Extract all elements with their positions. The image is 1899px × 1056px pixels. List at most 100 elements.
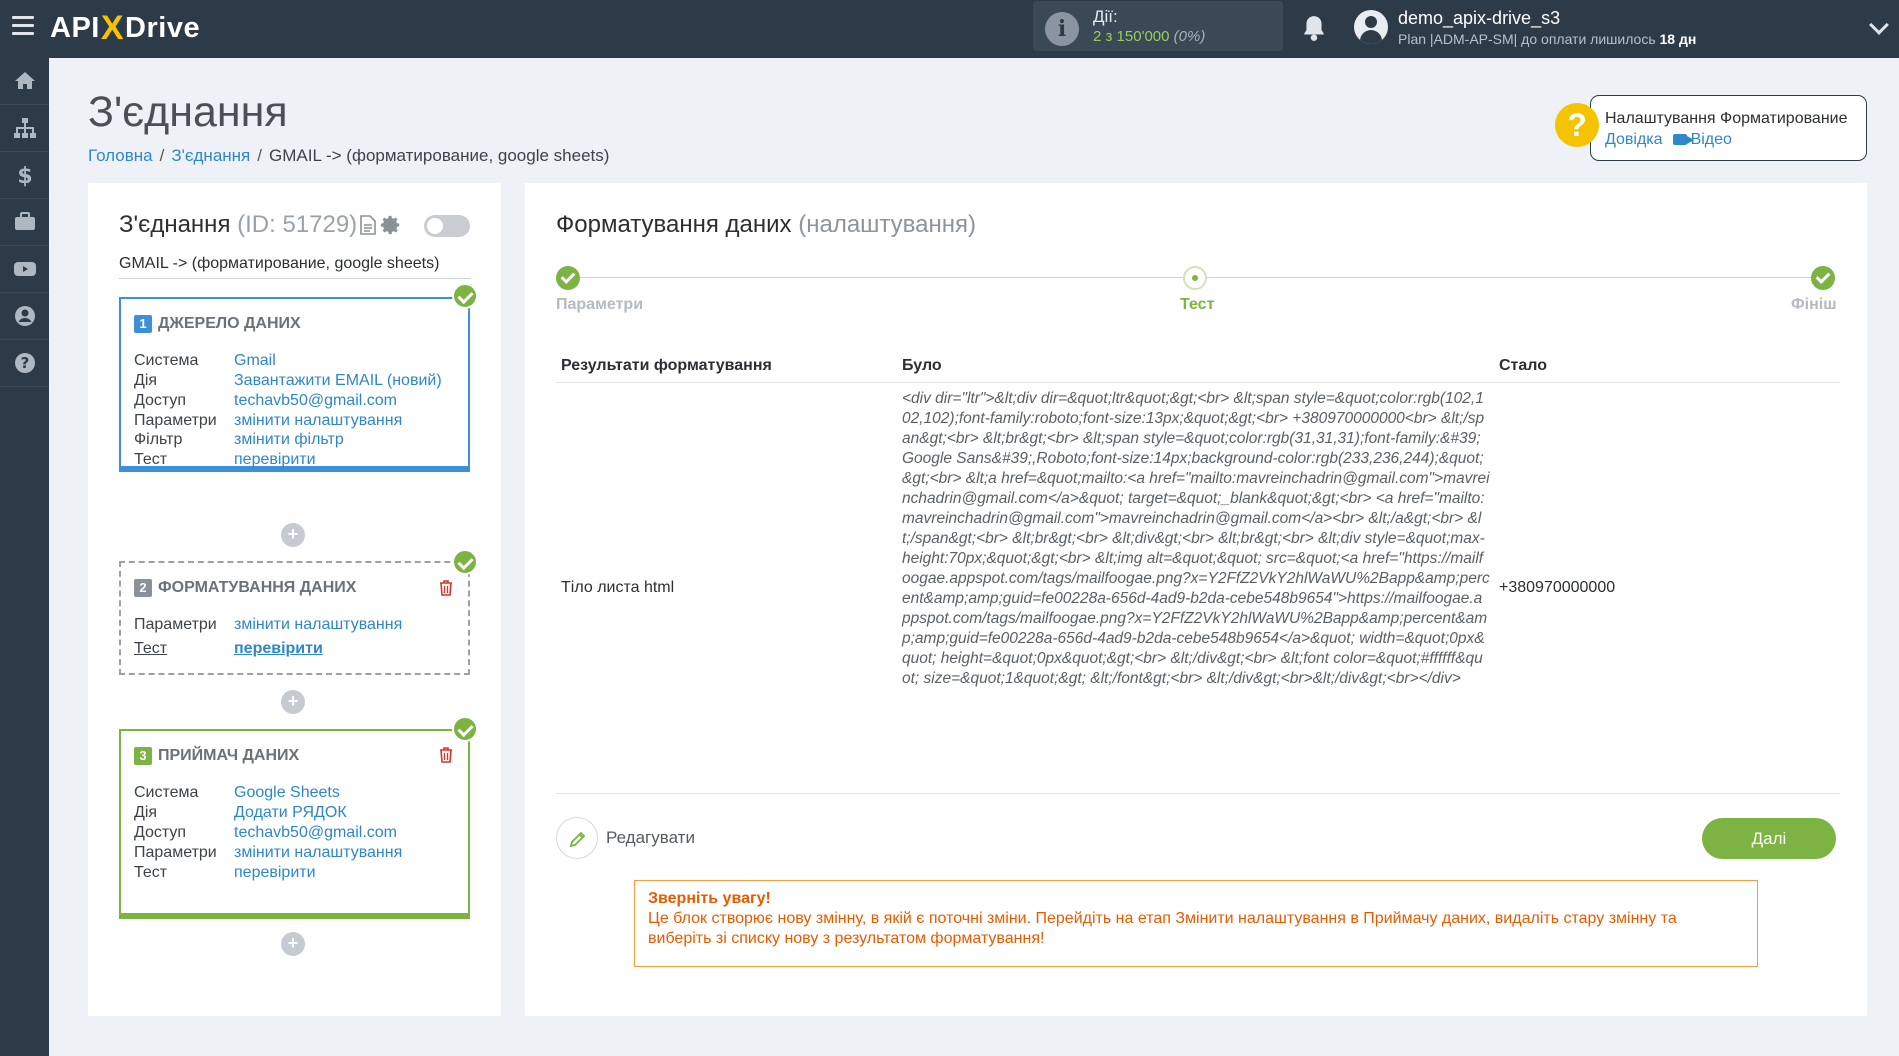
sidebar-item-connections[interactable] — [0, 105, 49, 152]
source-row-system: Система Gmail — [134, 352, 276, 370]
row-key: Система — [134, 784, 199, 801]
actions-label: Дії: — [1093, 7, 1118, 26]
row-value[interactable]: Google Sheets — [234, 784, 340, 801]
breadcrumb-connections[interactable]: З'єднання — [171, 146, 250, 165]
row-value[interactable]: перевірити — [234, 640, 323, 657]
row-key: Тест — [134, 640, 168, 657]
pencil-icon — [569, 831, 586, 848]
source-row-test: Тест перевірити — [134, 451, 316, 469]
help-video-link[interactable]: Відео — [1691, 131, 1732, 148]
trash-icon[interactable] — [439, 747, 453, 763]
edit-button[interactable] — [556, 817, 598, 859]
row-key: Фільтр — [134, 431, 183, 448]
sidebar-item-home[interactable] — [0, 58, 49, 105]
briefcase-icon — [14, 212, 35, 230]
help-docs-link[interactable]: Довідка — [1605, 131, 1663, 148]
row-key: Тест — [134, 451, 168, 468]
step-finish-check-icon[interactable] — [1811, 266, 1835, 290]
formatting-row-params: Параметри змінити налаштування — [134, 616, 402, 634]
row-value[interactable]: змінити налаштування — [234, 616, 402, 633]
sidebar-item-video[interactable] — [0, 246, 49, 293]
add-block-button[interactable]: + — [281, 523, 305, 547]
formatting-title-text: Форматування даних — [556, 211, 792, 238]
source-row-params: Параметри змінити налаштування — [134, 412, 402, 430]
logo-text-x: X — [100, 8, 125, 47]
formatting-block-title: 2 ФОРМАТУВАННЯ ДАНИХ — [134, 579, 356, 597]
document-icon[interactable] — [360, 215, 376, 235]
row-value[interactable]: змінити фільтр — [234, 431, 344, 448]
row-value[interactable]: змінити налаштування — [234, 844, 402, 861]
column-header-result: Результати форматування — [561, 357, 772, 374]
row-value[interactable]: перевірити — [234, 864, 316, 881]
page-title: З'єднання — [88, 88, 288, 136]
step-params-check-icon[interactable] — [556, 266, 580, 290]
row-value[interactable]: перевірити — [234, 451, 316, 468]
logo[interactable]: API X Drive — [50, 8, 200, 47]
sidebar: $ ? — [0, 58, 49, 1056]
source-row-action: Дія Завантажити EMAIL (новий) — [134, 372, 442, 390]
breadcrumb: Головна / З'єднання / GMAIL -> (форматирован… — [88, 146, 610, 165]
add-block-button[interactable]: + — [281, 932, 305, 956]
connection-toggle[interactable] — [424, 215, 470, 237]
sidebar-item-briefcase[interactable] — [0, 199, 49, 246]
destination-check-icon — [452, 716, 478, 742]
table-cell-was: <div dir="ltr">&lt;div dir=&quot;ltr&quo… — [902, 390, 1490, 687]
question-circle-icon: ? — [14, 353, 35, 373]
row-value[interactable]: Gmail — [234, 352, 276, 369]
destination-block[interactable]: 3 ПРИЙМАЧ ДАНИХ Система Google Sheets Дія Д… — [119, 729, 470, 919]
step-label-params[interactable]: Параметри — [556, 296, 643, 314]
menu-icon[interactable] — [12, 16, 34, 38]
actions-percent: (0%) — [1173, 28, 1206, 45]
breadcrumb-home[interactable]: Головна — [88, 146, 153, 165]
table-header-divider — [556, 382, 1840, 383]
block-number: 3 — [134, 747, 152, 765]
block-title-text: ПРИЙМАЧ ДАНИХ — [158, 747, 300, 764]
row-value[interactable]: techavb50@gmail.com — [234, 392, 397, 409]
row-value[interactable]: Завантажити EMAIL (новий) — [234, 372, 442, 389]
plan-days: 18 дн — [1659, 31, 1697, 47]
youtube-icon — [13, 262, 36, 276]
step-test-dot[interactable] — [1183, 266, 1207, 290]
source-block[interactable]: 1 ДЖЕРЕЛО ДАНИХ Система Gmail Дія Завантажи… — [119, 297, 470, 472]
trash-icon[interactable] — [439, 580, 453, 596]
step-label-test[interactable]: Тест — [1180, 296, 1214, 314]
source-row-filter: Фільтр змінити фільтр — [134, 431, 344, 449]
top-bar: API X Drive i Дії: 2 з 150'000 (0%) demo_a… — [0, 0, 1899, 58]
formatting-panel: Форматування даних (налаштування) Параме… — [525, 183, 1867, 1016]
add-block-button[interactable]: + — [281, 690, 305, 714]
row-key: Доступ — [134, 824, 187, 841]
sidebar-item-billing[interactable]: $ — [0, 152, 49, 199]
step-label-finish[interactable]: Фініш — [1791, 296, 1837, 314]
notice-title: Зверніть увагу! — [648, 890, 771, 907]
row-value[interactable]: techavb50@gmail.com — [234, 824, 397, 841]
user-plan: Plan |ADM-AP-SM| до оплати лишилось 18 д… — [1398, 31, 1696, 47]
next-button[interactable]: Далі — [1702, 818, 1836, 859]
svg-text:$: $ — [17, 164, 32, 187]
formatting-block[interactable]: 2 ФОРМАТУВАННЯ ДАНИХ Параметри змінити нал… — [119, 561, 470, 675]
sidebar-item-account[interactable] — [0, 293, 49, 340]
gear-icon[interactable] — [380, 214, 402, 236]
logo-text-api: API — [50, 11, 100, 44]
user-circle-icon — [14, 306, 35, 326]
destination-block-title: 3 ПРИЙМАЧ ДАНИХ — [134, 747, 299, 765]
bell-icon[interactable] — [1301, 14, 1327, 42]
row-value[interactable]: Додати РЯДОК — [234, 804, 347, 821]
sidebar-item-help[interactable]: ? — [0, 340, 49, 387]
row-value[interactable]: змінити налаштування — [234, 412, 402, 429]
connection-title: З'єднання (ID: 51729) — [119, 211, 357, 239]
row-key: Доступ — [134, 392, 187, 409]
avatar[interactable] — [1354, 10, 1388, 44]
edit-label[interactable]: Редагувати — [606, 828, 695, 848]
row-key: Параметри — [134, 616, 217, 633]
plan-text: Plan |ADM-AP-SM| до оплати лишилось — [1398, 31, 1656, 47]
dollar-icon: $ — [17, 164, 32, 187]
breadcrumb-current: GMAIL -> (форматирование, google sheets) — [269, 146, 610, 165]
user-name[interactable]: demo_apix-drive_s3 — [1398, 8, 1560, 29]
notice-body: Це блок створює нову змінну, в якій є по… — [648, 910, 1677, 947]
column-header-now: Стало — [1499, 357, 1548, 374]
help-box: Налаштування Форматирование Довідка Відео — [1590, 95, 1867, 161]
chevron-down-icon[interactable] — [1869, 15, 1889, 35]
source-row-access: Доступ techavb50@gmail.com — [134, 392, 397, 410]
help-title: Налаштування Форматирование — [1605, 110, 1848, 127]
info-icon: i — [1045, 12, 1079, 46]
